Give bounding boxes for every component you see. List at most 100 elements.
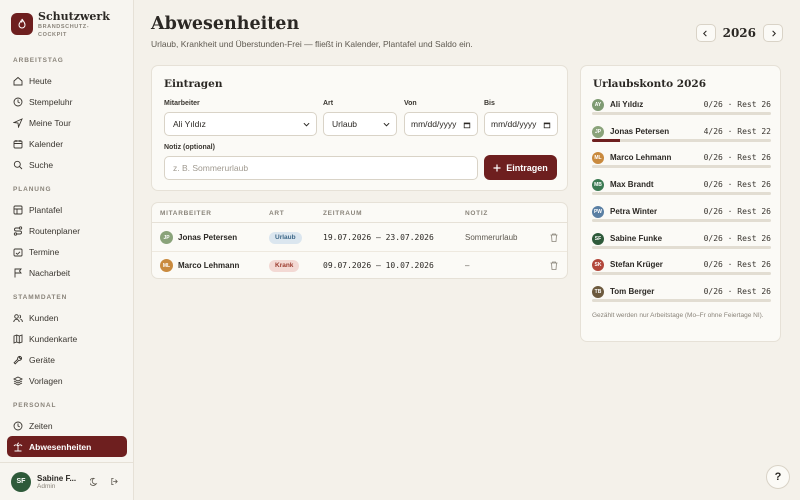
quota-value: 0/26 · Rest 26 xyxy=(703,180,771,190)
year-label: 2026 xyxy=(722,26,756,40)
brand[interactable]: Schutzwerk BRANDSCHUTZ-COCKPIT xyxy=(11,10,110,39)
sidebar-item-termine[interactable]: Termine xyxy=(7,241,127,262)
from-date-value: mm/dd/yyyy xyxy=(411,119,457,129)
quota-employee: Tom Berger xyxy=(610,286,655,296)
navigation-icon xyxy=(13,117,23,128)
to-label: Bis xyxy=(484,100,495,107)
quota-row: PW Petra Winter 0/26 · Rest 26 xyxy=(592,205,771,233)
chevron-left-icon xyxy=(703,30,707,36)
quota-employee: Marco Lehmann xyxy=(610,153,672,163)
quota-value: 0/26 · Rest 26 xyxy=(703,153,771,163)
sidebar-item-zeiten[interactable]: Zeiten xyxy=(7,415,127,436)
search-icon xyxy=(13,160,23,169)
row-employee: Jonas Petersen xyxy=(178,233,238,242)
avatar: PW xyxy=(592,205,604,218)
sidebar-item-meine-tour[interactable]: Meine Tour xyxy=(7,112,127,133)
avatar[interactable]: SF xyxy=(11,471,31,492)
table-row[interactable]: ML Marco Lehmann Krank 09.07.2026 – 10.0… xyxy=(152,252,567,280)
avatar: JP xyxy=(592,125,604,138)
brand-name: Schutzwerk xyxy=(38,10,110,23)
quota-progress-fill xyxy=(592,138,620,142)
avatar: TB xyxy=(592,285,604,298)
quota-progress-bar xyxy=(592,218,771,222)
to-date-input[interactable]: mm/dd/yyyy xyxy=(484,112,558,136)
employee-select-value: Ali Yıldız xyxy=(173,119,206,129)
help-button[interactable]: ? xyxy=(766,465,790,489)
header-employee: MITARBEITER xyxy=(160,210,212,217)
quota-row: ML Marco Lehmann 0/26 · Rest 26 xyxy=(592,152,771,179)
chevron-down-icon xyxy=(383,122,390,127)
sidebar-item-vorlagen[interactable]: Vorlagen xyxy=(7,370,127,391)
sidebar-item-kalender[interactable]: Kalender xyxy=(7,133,127,154)
quota-progress-bar xyxy=(592,298,771,302)
quota-row: JP Jonas Petersen 4/26 · Rest 22 xyxy=(592,125,771,153)
page-title: Abwesenheiten xyxy=(151,14,300,34)
row-note: – xyxy=(465,261,470,270)
sidebar: Schutzwerk BRANDSCHUTZ-COCKPIT ARBEITSTA… xyxy=(0,0,134,500)
sidebar-item-plantafel[interactable]: Plantafel xyxy=(7,199,127,220)
avatar: MB xyxy=(592,179,604,192)
quota-row: SK Stefan Krüger 0/26 · Rest 26 xyxy=(592,259,771,286)
sidebar-item-nacharbeit[interactable]: Nacharbeit xyxy=(7,262,127,283)
quota-employee: Sabine Funke xyxy=(610,233,663,243)
logout-icon[interactable] xyxy=(107,475,121,489)
quota-employee: Petra Winter xyxy=(610,206,658,216)
main-content: Abwesenheiten Urlaub, Krankheit und Über… xyxy=(134,0,800,500)
sidebar-item-kundenkarte[interactable]: Kundenkarte xyxy=(7,328,127,349)
sidebar-item-geraete[interactable]: Geräte xyxy=(7,349,127,370)
map-icon xyxy=(13,333,23,344)
quota-employee: Jonas Petersen xyxy=(610,126,670,136)
sidebar-item-abwesenheiten[interactable]: Abwesenheiten xyxy=(7,436,127,457)
row-period: 09.07.2026 – 10.07.2026 xyxy=(323,261,434,270)
moon-icon[interactable] xyxy=(87,475,101,489)
page-subtitle: Urlaub, Krankheit und Überstunden-Frei —… xyxy=(151,39,473,49)
form-title: Eintragen xyxy=(164,78,223,90)
sidebar-item-label: Nacharbeit xyxy=(29,267,71,278)
trash-icon[interactable] xyxy=(550,233,558,242)
user-panel: SF Sabine F... Admin xyxy=(0,462,133,500)
note-placeholder: z. B. Sommerurlaub xyxy=(173,163,249,173)
from-date-input[interactable]: mm/dd/yyyy xyxy=(404,112,478,136)
note-input[interactable]: z. B. Sommerurlaub xyxy=(164,156,478,180)
quota-progress-bar xyxy=(592,245,771,249)
year-navigation: 2026 xyxy=(695,24,783,42)
quota-row: TB Tom Berger 0/26 · Rest 26 xyxy=(592,285,771,313)
chevron-right-icon xyxy=(771,30,776,36)
sidebar-item-label: Meine Tour xyxy=(29,117,71,128)
avatar: SF xyxy=(592,232,604,245)
table-row[interactable]: JP Jonas Petersen Urlaub 19.07.2026 – 23… xyxy=(152,224,567,252)
calendar-icon[interactable] xyxy=(543,121,551,129)
previous-year-button[interactable] xyxy=(695,24,716,42)
quota-progress-bar xyxy=(592,165,771,169)
sidebar-item-label: Routenplaner xyxy=(29,225,81,236)
sidebar-item-stempeluhr[interactable]: Stempeluhr xyxy=(7,91,127,112)
calendar-icon[interactable] xyxy=(463,121,471,129)
sidebar-item-label: Kundenkarte xyxy=(29,333,78,344)
next-year-button[interactable] xyxy=(763,24,783,42)
sidebar-item-kunden[interactable]: Kunden xyxy=(7,307,127,328)
sidebar-item-heute[interactable]: Heute xyxy=(7,70,127,91)
quota-employee: Max Brandt xyxy=(610,180,654,190)
sidebar-nav: ARBEITSTAG Heute Stempeluhr Meine Tour K… xyxy=(7,52,127,478)
quota-row: SF Sabine Funke 0/26 · Rest 26 xyxy=(592,232,771,260)
quota-employee: Ali Yıldız xyxy=(610,100,644,109)
type-select[interactable]: Urlaub xyxy=(323,112,397,136)
table-header: MITARBEITER ART ZEITRAUM NOTIZ xyxy=(152,203,567,223)
clock-icon xyxy=(13,421,23,430)
employee-select[interactable]: Ali Yıldız xyxy=(164,112,317,136)
nav-section-title: PERSONAL xyxy=(13,402,57,409)
sidebar-item-routenplaner[interactable]: Routenplaner xyxy=(7,220,127,241)
sidebar-item-suche[interactable]: Suche xyxy=(7,154,127,175)
palm-icon xyxy=(13,442,23,451)
avatar: ML xyxy=(160,259,173,272)
header-period: ZEITRAUM xyxy=(323,210,363,217)
quota-value: 4/26 · Rest 22 xyxy=(703,126,771,136)
quota-employee: Stefan Krüger xyxy=(610,260,663,270)
type-badge: Urlaub xyxy=(269,232,302,244)
row-note: Sommerurlaub xyxy=(465,233,518,242)
to-date-value: mm/dd/yyyy xyxy=(491,119,537,129)
submit-entry-button[interactable]: Eintragen xyxy=(484,155,557,180)
sidebar-item-label: Kunden xyxy=(29,312,59,323)
trash-icon[interactable] xyxy=(550,261,558,270)
quota-progress-bar xyxy=(592,192,771,196)
